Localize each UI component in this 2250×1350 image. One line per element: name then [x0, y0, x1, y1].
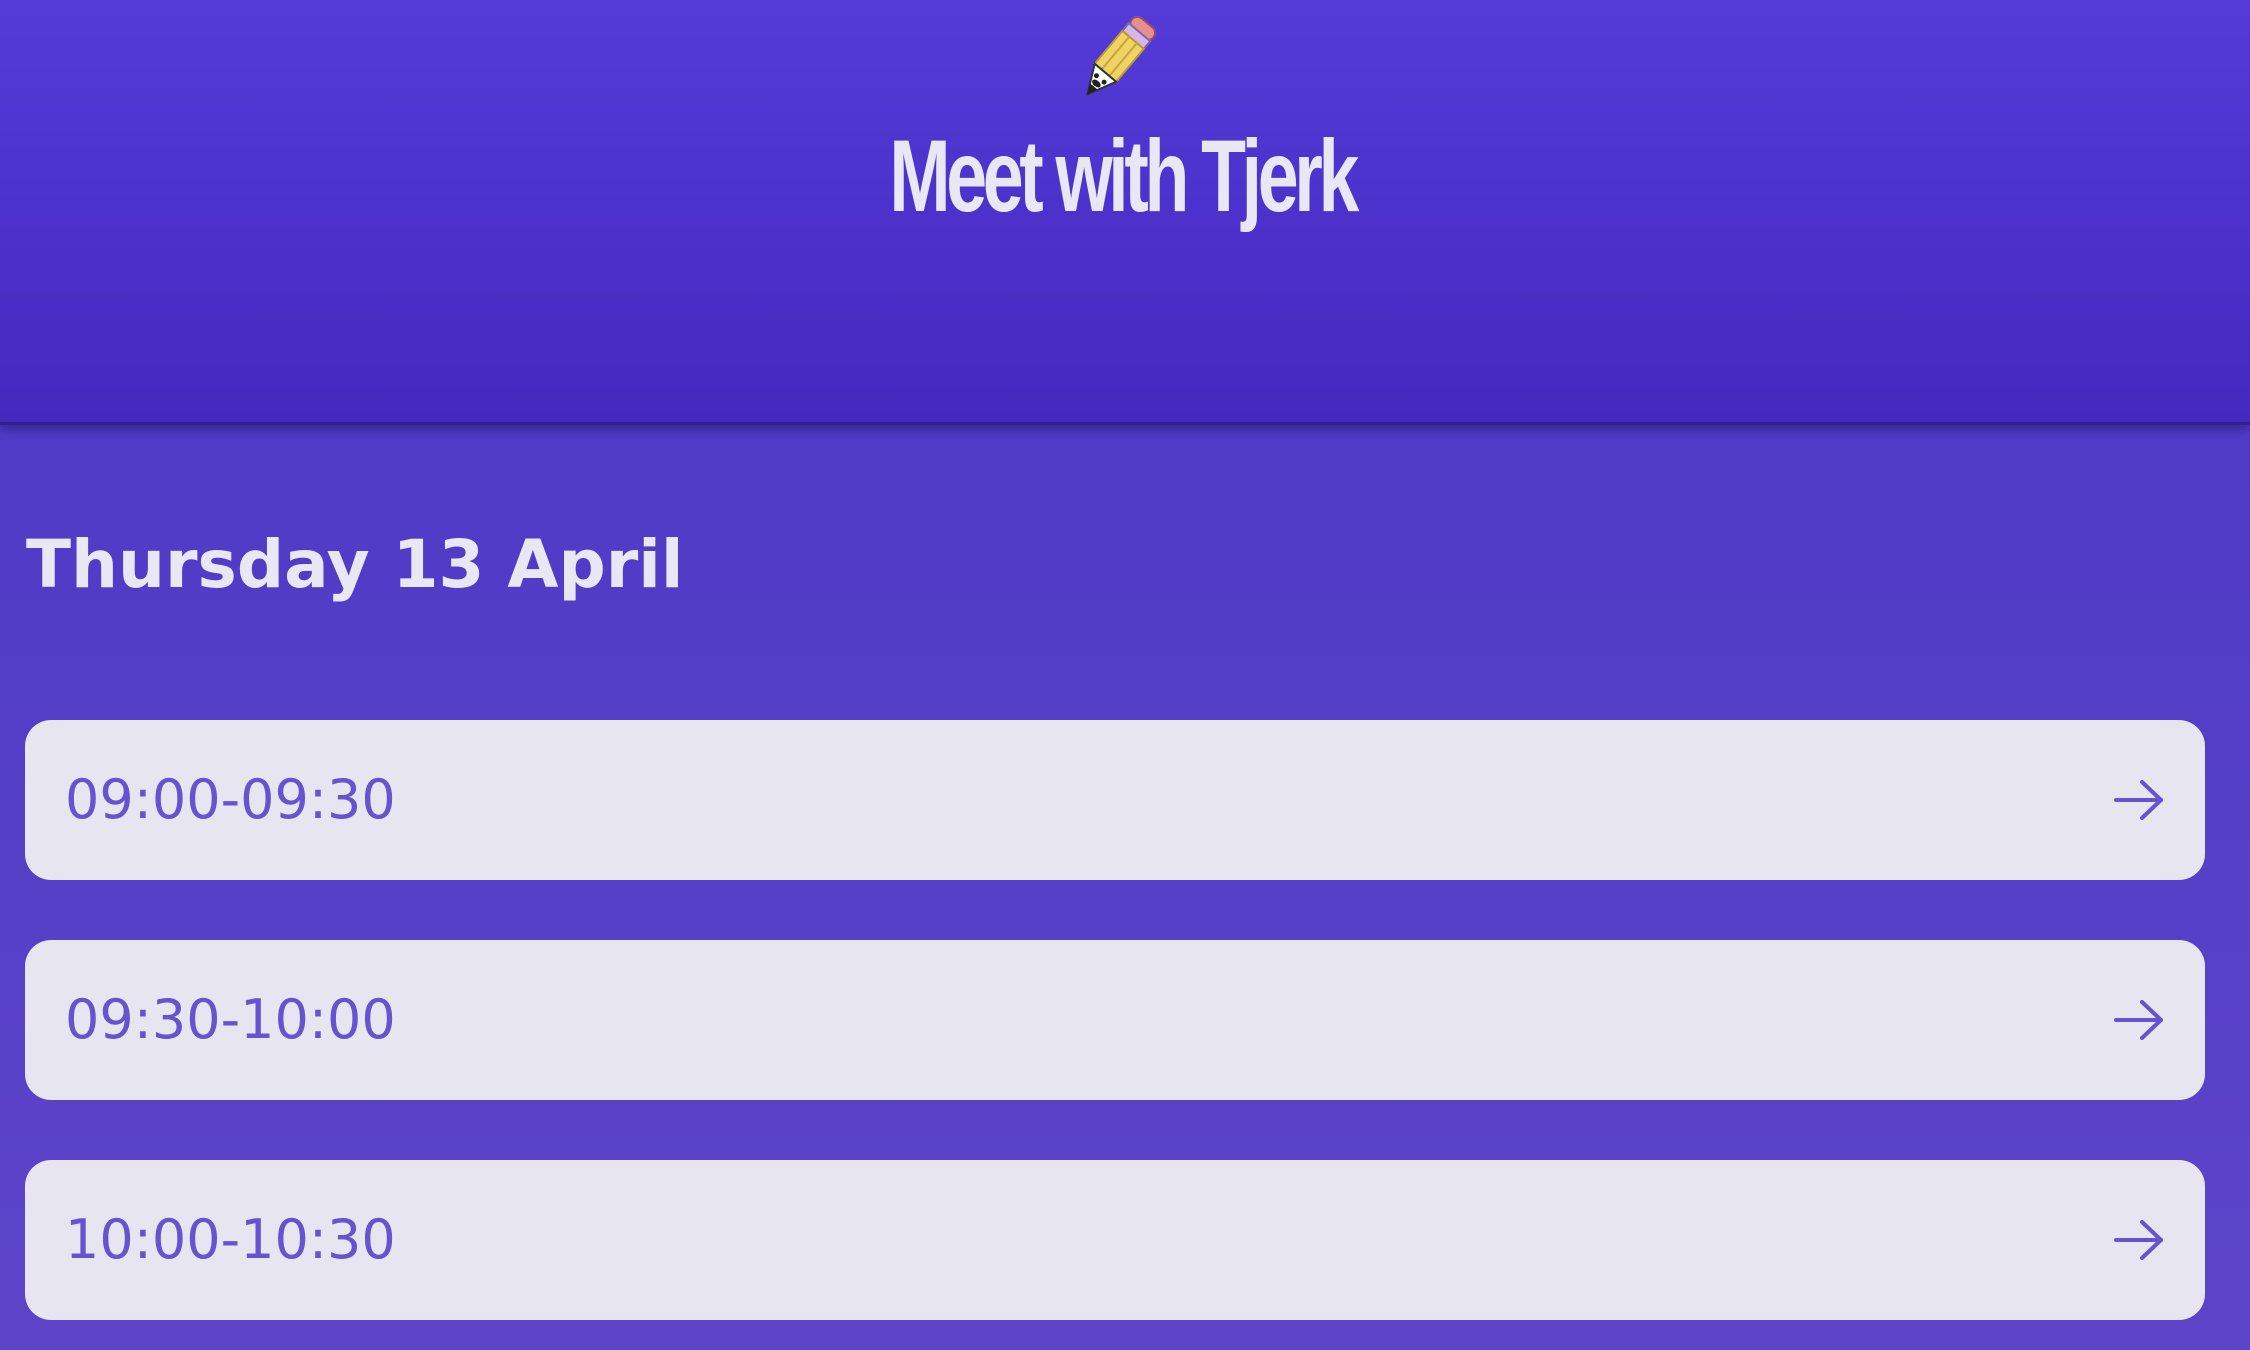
booking-content: Thursday 13 April 09:00-09:30 09:30-10:0…: [0, 425, 2250, 1350]
pencil-mascot-icon: [1072, 14, 1162, 104]
page-header: Meet with Tjerk: [0, 0, 2250, 425]
time-slot-button-1[interactable]: 09:00-09:30: [25, 720, 2205, 880]
time-slot-button-2[interactable]: 09:30-10:00: [25, 940, 2205, 1100]
arrow-right-icon: [2113, 997, 2165, 1043]
time-slot-label: 09:00-09:30: [65, 768, 396, 831]
arrow-right-icon: [2113, 1217, 2165, 1263]
page-title: Meet with Tjerk: [889, 119, 1359, 233]
time-slot-label: 09:30-10:00: [65, 988, 396, 1051]
time-slot-label: 10:00-10:30: [65, 1208, 396, 1271]
time-slot-button-3[interactable]: 10:00-10:30: [25, 1160, 2205, 1320]
arrow-right-icon: [2113, 777, 2165, 823]
date-heading: Thursday 13 April: [26, 526, 684, 603]
